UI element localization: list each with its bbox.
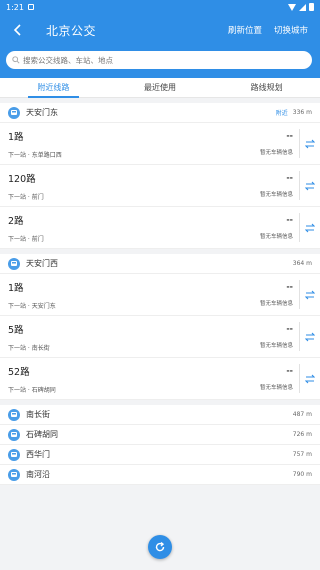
other-stations-list: 南长街 487 m 石碑胡同 726 m 西华门 757 m 南河沿 790 m (0, 405, 320, 485)
station-item[interactable]: 南河沿 790 m (0, 465, 320, 485)
swap-direction-button[interactable] (300, 316, 320, 357)
refresh-icon (155, 541, 165, 552)
station-name: 石碑胡同 (26, 430, 58, 439)
tab-nearby-routes[interactable]: 附近线路 (0, 78, 107, 98)
bus-icon (8, 428, 20, 441)
route-row[interactable]: 1路下一站 · 天安门东 -- 暂无车辆信息 (0, 274, 320, 316)
station-distance: 757 m (292, 451, 312, 458)
station-distance: 726 m (292, 431, 312, 438)
swap-direction-button[interactable] (300, 123, 320, 164)
next-stop: 下一站 · 天安门东 (8, 302, 56, 310)
battery-icon (309, 3, 314, 11)
route-row[interactable]: 5路下一站 · 南长街 -- 暂无车辆信息 (0, 316, 320, 358)
bus-icon (8, 448, 20, 461)
route-row[interactable]: 120路下一站 · 前门 -- 暂无车辆信息 (0, 165, 320, 207)
switch-city-button[interactable]: 切换城市 (274, 24, 308, 36)
signal-icon (299, 3, 306, 11)
station-group: 天安门西 364 m 1路 下一站 · 天安门东 -- 暂无车辆信息 5路 下一站 ·… (0, 254, 320, 400)
bus-icon (8, 408, 20, 421)
station-header[interactable]: 天安门西 364 m (0, 254, 320, 274)
swap-direction-icon (305, 332, 315, 341)
wifi-icon (288, 3, 296, 11)
swap-direction-button[interactable] (300, 207, 320, 248)
refresh-location-button[interactable]: 刷新位置 (228, 24, 262, 36)
status-time: 1:21 (6, 2, 24, 12)
vehicle-info: 暂无车辆信息 (259, 234, 293, 240)
vehicle-info: 暂无车辆信息 (259, 150, 293, 156)
station-item[interactable]: 石碑胡同 726 m (0, 425, 320, 445)
tab-bar: 附近线路 最近使用 路线规划 (0, 78, 320, 98)
arrival-time: -- (286, 282, 293, 291)
app-bar: 北京公交 刷新位置 切换城市 (0, 14, 320, 46)
route-row[interactable]: 2路下一站 · 前门 -- 暂无车辆信息 (0, 207, 320, 249)
station-name: 天安门东 (26, 108, 58, 117)
refresh-button[interactable] (148, 535, 172, 559)
back-button[interactable] (8, 20, 28, 40)
search-input[interactable] (23, 55, 306, 65)
search-bar[interactable] (6, 51, 312, 69)
route-number: 1路 (8, 282, 24, 294)
status-icons (288, 3, 314, 11)
tab-route-planning[interactable]: 路线规划 (213, 78, 320, 97)
page-title: 北京公交 (46, 23, 97, 38)
search-icon (12, 56, 20, 64)
next-stop: 下一站 · 前门 (8, 193, 44, 201)
station-name: 天安门西 (26, 259, 58, 268)
route-number: 2路 (8, 215, 24, 227)
tab-recently-used[interactable]: 最近使用 (107, 78, 214, 97)
station-group: 天安门东 附近 336 m 1路下一站 · 东单路口西 -- 暂无车辆信息 120… (0, 103, 320, 249)
station-distance: 336 m (292, 109, 312, 116)
next-stop: 下一站 · 南长街 (8, 344, 50, 352)
vehicle-info: 暂无车辆信息 (259, 343, 293, 349)
next-stop: 下一站 · 前门 (8, 235, 44, 243)
station-distance: 364 m (292, 260, 312, 267)
status-bar: 1:21 (0, 0, 320, 14)
swap-direction-icon (305, 181, 315, 190)
search-bar-container (0, 46, 320, 78)
vehicle-info: 暂无车辆信息 (259, 301, 293, 307)
swap-direction-button[interactable] (300, 165, 320, 206)
route-number: 5路 (8, 324, 24, 336)
station-distance: 487 m (292, 411, 312, 418)
next-stop: 下一站 · 石碑胡同 (8, 386, 56, 394)
arrival-time: -- (286, 215, 293, 224)
arrival-time: -- (286, 366, 293, 375)
vehicle-info: 暂无车辆信息 (259, 192, 293, 198)
station-item[interactable]: 西华门 757 m (0, 445, 320, 465)
arrow-left-icon (13, 24, 21, 36)
bus-icon (8, 106, 20, 119)
route-number: 1路 (8, 131, 24, 143)
station-name: 南河沿 (26, 470, 50, 479)
swap-direction-icon (305, 223, 315, 232)
arrival-time: -- (286, 324, 293, 333)
route-row[interactable]: 1路下一站 · 东单路口西 -- 暂无车辆信息 (0, 123, 320, 165)
station-header[interactable]: 天安门东 附近 336 m (0, 103, 320, 123)
arrival-time: -- (286, 173, 293, 182)
swap-direction-icon (305, 139, 315, 148)
route-row[interactable]: 52路下一站 · 石碑胡同 -- 暂无车辆信息 (0, 358, 320, 400)
route-number: 52路 (8, 366, 30, 378)
station-name: 西华门 (26, 450, 50, 459)
arrival-time: -- (286, 131, 293, 140)
station-distance: 790 m (292, 471, 312, 478)
next-stop: 下一站 · 东单路口西 (8, 151, 62, 159)
swap-direction-icon (305, 290, 315, 299)
notification-icon (27, 4, 34, 10)
station-item[interactable]: 南长街 487 m (0, 405, 320, 425)
swap-direction-button[interactable] (300, 274, 320, 315)
nearby-tag: 附近 (275, 110, 288, 117)
bus-icon (8, 468, 20, 481)
swap-direction-button[interactable] (300, 358, 320, 399)
vehicle-info: 暂无车辆信息 (259, 385, 293, 391)
swap-direction-icon (305, 374, 315, 383)
station-name: 南长街 (26, 410, 50, 419)
bus-icon (8, 257, 20, 270)
route-number: 120路 (8, 173, 36, 185)
